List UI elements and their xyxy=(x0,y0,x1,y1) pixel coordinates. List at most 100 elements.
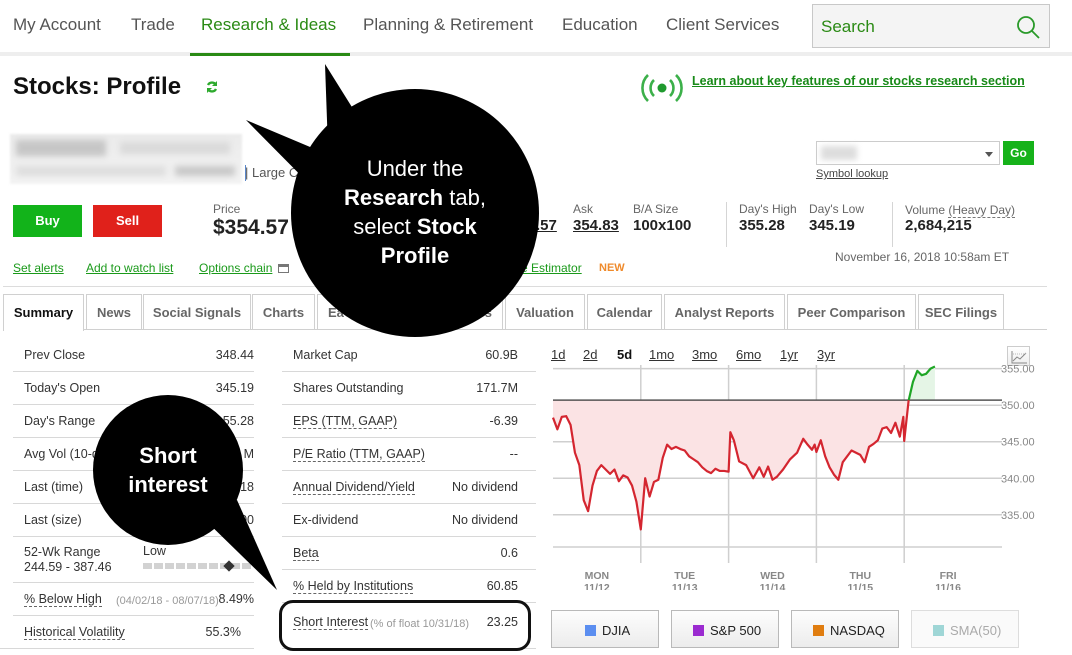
tab-valuation[interactable]: Valuation xyxy=(505,294,585,330)
tab-analyst-reports[interactable]: Analyst Reports xyxy=(664,294,785,330)
market-cap-category: | Large Ca xyxy=(245,165,306,180)
estimator-link[interactable]: e Estimator xyxy=(521,261,582,275)
table-row: Ex-dividend No dividend xyxy=(282,504,536,537)
set-alerts-link[interactable]: Set alerts xyxy=(13,261,64,275)
row-key[interactable]: P/E Ratio (TTM, GAAP) xyxy=(293,447,425,462)
search-placeholder: Search xyxy=(821,17,875,36)
tabs-divider xyxy=(84,329,1047,330)
callout-bold: Profile xyxy=(380,243,450,268)
range-2d[interactable]: 2d xyxy=(583,347,597,362)
range-segment xyxy=(154,563,163,569)
tab-news[interactable]: News xyxy=(86,294,142,330)
djia-swatch xyxy=(585,625,596,636)
company-name-redacted xyxy=(10,134,242,184)
tab-summary[interactable]: Summary xyxy=(3,294,84,331)
broadcast-icon xyxy=(641,74,683,102)
row-key: Today's Open xyxy=(24,381,101,395)
range-1d[interactable]: 1d xyxy=(551,347,565,362)
symbol-select[interactable] xyxy=(816,141,1000,165)
row-value: 55.28 xyxy=(222,414,254,428)
nav-client-services[interactable]: Client Services xyxy=(666,15,779,35)
compare-nasdaq-button[interactable]: NASDAQ xyxy=(791,610,899,648)
row-key[interactable]: Annual Dividend/Yield xyxy=(293,480,415,495)
tab-financials[interactable]: s xyxy=(443,294,503,330)
row-key[interactable]: Historical Volatility xyxy=(24,625,125,640)
table-row: Shares Outstanding 171.7M xyxy=(282,372,536,405)
range-segment xyxy=(176,563,185,569)
callout-line: Research tab, xyxy=(300,183,530,212)
x-tick-day: WED xyxy=(760,570,785,582)
row-key: Avg Vol (10-d xyxy=(24,447,99,461)
row-key-range: 244.59 - 387.46 xyxy=(24,560,112,574)
y-tick-label: 340.00 xyxy=(1001,473,1035,485)
page-title: Stocks: Profile xyxy=(13,73,182,100)
add-to-watch-list-link[interactable]: Add to watch list xyxy=(86,261,173,275)
row-key: Shares Outstanding xyxy=(293,381,404,395)
sell-button[interactable]: Sell xyxy=(93,205,162,237)
buy-button[interactable]: Buy xyxy=(13,205,82,237)
row-key[interactable]: EPS (TTM, GAAP) xyxy=(293,414,398,429)
options-chain-link[interactable]: Options chain xyxy=(199,261,272,275)
tab-earnings[interactable]: Ea xyxy=(317,294,387,330)
table-row: Beta 0.6 xyxy=(282,537,536,570)
active-nav-indicator xyxy=(190,53,350,56)
compare-label: SMA(50) xyxy=(950,623,1002,638)
price-chart[interactable]: 355.00 350.00 345.00 340.00 335.00 MON11/12 TU… xyxy=(545,365,1072,590)
x-tick-date: 11/14 xyxy=(760,582,786,590)
nav-trade[interactable]: Trade xyxy=(131,15,175,35)
price-value: $354.57 xyxy=(213,216,289,239)
window-icon[interactable] xyxy=(278,264,289,273)
chart-type-button[interactable] xyxy=(1007,346,1030,366)
table-row: % Held by Institutions 60.85 xyxy=(282,570,536,603)
row-key: Prev Close xyxy=(24,348,86,362)
row-key[interactable]: % Below High xyxy=(24,592,102,607)
tab-social-signals[interactable]: Social Signals xyxy=(143,294,251,330)
table-row: Day's Range 55.28 xyxy=(13,405,254,438)
compare-sma50-button[interactable]: SMA(50) xyxy=(911,610,1019,648)
new-badge: NEW xyxy=(599,262,625,274)
go-button[interactable]: Go xyxy=(1003,141,1034,165)
range-6mo[interactable]: 6mo xyxy=(736,347,761,362)
symbol-lookup-link[interactable]: Symbol lookup xyxy=(816,168,888,180)
row-key[interactable]: % Held by Institutions xyxy=(293,579,414,594)
nav-research-ideas[interactable]: Research & Ideas xyxy=(201,15,336,35)
nav-planning-retirement[interactable]: Planning & Retirement xyxy=(363,15,533,35)
learn-features-link[interactable]: Learn about key features of our stocks r… xyxy=(692,74,1025,88)
range-3yr[interactable]: 3yr xyxy=(817,347,835,362)
short-interest-highlight xyxy=(279,600,531,651)
tab-charts[interactable]: Charts xyxy=(252,294,315,330)
volume-label-text: Volume xyxy=(905,203,946,217)
days-low-value: 345.19 xyxy=(809,217,855,234)
range-3mo[interactable]: 3mo xyxy=(692,347,717,362)
tab-calendar[interactable]: Calendar xyxy=(587,294,662,330)
compare-djia-button[interactable]: DJIA xyxy=(551,610,659,648)
table-row: Annual Dividend/Yield No dividend xyxy=(282,471,536,504)
nav-education[interactable]: Education xyxy=(562,15,638,35)
range-5d[interactable]: 5d xyxy=(617,347,632,362)
callout-line: interest xyxy=(128,472,208,497)
ask-label: Ask xyxy=(573,202,594,216)
sp500-swatch xyxy=(693,625,704,636)
range-1yr[interactable]: 1yr xyxy=(780,347,798,362)
search-icon[interactable] xyxy=(1015,14,1041,40)
research-callout-text: Under the Research tab, select Stock Pro… xyxy=(300,154,530,270)
compare-label: NASDAQ xyxy=(830,623,885,638)
range-1mo[interactable]: 1mo xyxy=(649,347,674,362)
row-value: -- xyxy=(509,447,518,461)
days-high-label: Day's High xyxy=(739,202,797,216)
heavy-day-link[interactable]: (Heavy Day) xyxy=(948,203,1016,218)
nav-my-account[interactable]: My Account xyxy=(13,15,101,35)
row-key[interactable]: Beta xyxy=(293,546,319,561)
tab-peer-comparison[interactable]: Peer Comparison xyxy=(787,294,916,330)
row-key: 52-Wk Range xyxy=(24,545,101,559)
refresh-icon[interactable] xyxy=(205,80,219,94)
nasdaq-swatch xyxy=(813,625,824,636)
bid-value[interactable]: .57 xyxy=(536,217,557,234)
row-key: Market Cap xyxy=(293,348,358,362)
x-tick-date: 11/16 xyxy=(935,582,961,590)
x-tick-date: 11/12 xyxy=(584,582,610,590)
compare-sp500-button[interactable]: S&P 500 xyxy=(671,610,779,648)
search-input[interactable]: Search xyxy=(812,4,1050,48)
ask-value[interactable]: 354.83 xyxy=(573,217,619,234)
tab-sec-filings[interactable]: SEC Filings xyxy=(918,294,1004,330)
